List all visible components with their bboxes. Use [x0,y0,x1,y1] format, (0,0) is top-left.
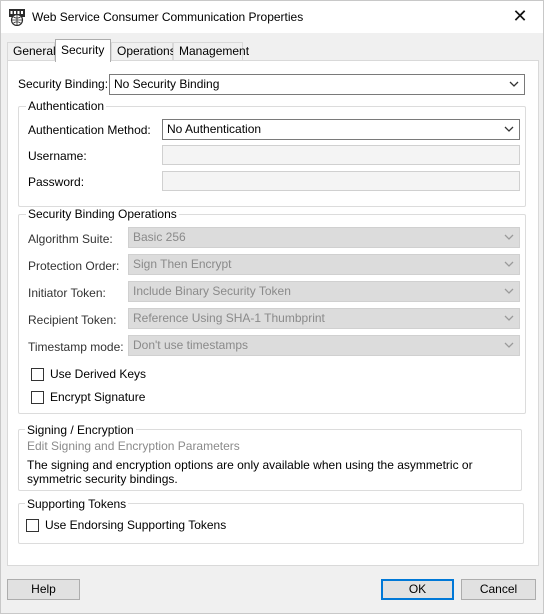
ok-button[interactable]: OK [381,579,454,600]
authentication-method-value: No Authentication [167,122,262,136]
checkbox-box[interactable] [31,390,44,404]
chevron-down-icon [503,231,515,243]
chevron-down-icon [503,123,515,135]
title-bar: Web Service Consumer Communication Prope… [1,1,543,33]
edit-signing-parameters-link[interactable]: Edit Signing and Encryption Parameters [27,439,240,453]
dialog-window: Web Service Consumer Communication Prope… [0,0,544,614]
authentication-method-select[interactable]: No Authentication [162,119,520,140]
encrypt-signature-checkbox[interactable]: Encrypt Signature [31,390,145,404]
recipient-token-value: Reference Using SHA-1 Thumbprint [133,311,325,325]
initiator-token-select[interactable]: Include Binary Security Token [128,281,520,302]
checkbox-box[interactable] [26,518,39,532]
supporting-tokens-group: Supporting Tokens Use Endorsing Supporti… [18,498,524,544]
close-icon[interactable]: ✕ [497,1,543,33]
checkbox-box[interactable] [31,367,44,381]
authentication-group-title: Authentication [26,99,107,113]
soap-icon [8,8,26,27]
security-binding-label: Security Binding: [18,77,109,91]
help-button[interactable]: Help [7,579,80,600]
use-endorsing-tokens-checkbox[interactable]: Use Endorsing Supporting Tokens [26,518,226,532]
initiator-token-label: Initiator Token: [28,286,106,300]
tab-operations[interactable]: Operations [111,42,176,61]
authentication-method-label: Authentication Method: [28,123,151,137]
password-label: Password: [28,175,85,189]
authentication-group: Authentication Authentication Method: No… [18,100,526,207]
tab-security[interactable]: Security [55,39,111,62]
recipient-token-label: Recipient Token: [28,313,117,327]
chevron-down-icon [503,312,515,324]
supporting-tokens-group-title: Supporting Tokens [25,497,129,511]
algorithm-suite-label: Algorithm Suite: [28,232,113,246]
use-derived-keys-label: Use Derived Keys [50,367,147,381]
security-tab-panel: Security Binding: No Security Binding Au… [7,60,539,566]
security-binding-select[interactable]: No Security Binding [109,74,525,95]
chevron-down-icon [503,285,515,297]
password-field[interactable] [162,171,520,191]
tab-general[interactable]: General [7,42,56,61]
username-label: Username: [28,149,87,163]
use-endorsing-tokens-label: Use Endorsing Supporting Tokens [45,518,227,532]
chevron-down-icon [503,258,515,270]
protection-order-select[interactable]: Sign Then Encrypt [128,254,520,275]
protection-order-value: Sign Then Encrypt [133,257,232,271]
protection-order-label: Protection Order: [28,259,120,273]
use-derived-keys-checkbox[interactable]: Use Derived Keys [31,367,146,381]
security-binding-value: No Security Binding [114,77,220,91]
recipient-token-select[interactable]: Reference Using SHA-1 Thumbprint [128,308,520,329]
timestamp-mode-select[interactable]: Don't use timestamps [128,335,520,356]
timestamp-mode-value: Don't use timestamps [133,338,249,352]
cancel-button[interactable]: Cancel [461,579,536,600]
encrypt-signature-label: Encrypt Signature [50,390,146,404]
signing-encryption-group: Signing / Encryption Edit Signing and En… [18,424,522,491]
timestamp-mode-label: Timestamp mode: [28,340,124,354]
algorithm-suite-select[interactable]: Basic 256 [128,227,520,248]
signing-group-title: Signing / Encryption [25,423,136,437]
username-field[interactable] [162,145,520,165]
chevron-down-icon [503,339,515,351]
signing-note-text: The signing and encryption options are o… [27,458,473,486]
tab-management[interactable]: Management [173,42,249,61]
algorithm-suite-value: Basic 256 [133,230,186,244]
initiator-token-value: Include Binary Security Token [133,284,291,298]
security-binding-operations-group: Security Binding Operations Algorithm Su… [18,208,526,414]
chevron-down-icon [508,78,520,90]
operations-group-title: Security Binding Operations [26,207,179,221]
window-title: Web Service Consumer Communication Prope… [32,10,304,24]
